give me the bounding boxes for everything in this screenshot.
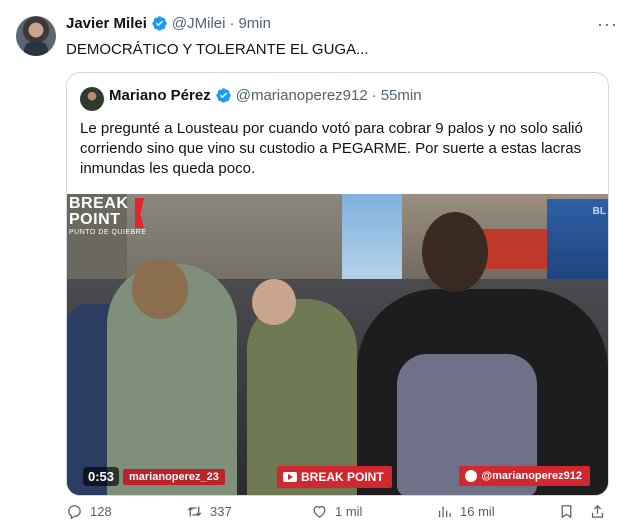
quoted-tweet-header: Mariano Pérez @marianoperez912 · 55min	[109, 87, 422, 104]
video-scene-head	[132, 259, 188, 319]
author-handle[interactable]: @JMilei	[172, 15, 226, 32]
retweet-count: 337	[210, 503, 232, 519]
quoted-tweet-text: Le pregunté a Lousteau por cuando votó p…	[80, 120, 583, 177]
video-player[interactable]: BREAK POINT PUNTO DE QUIEBRE BL 0:53 mar…	[67, 194, 608, 495]
quoted-author-avatar[interactable]	[80, 87, 104, 111]
more-options-icon[interactable]: ···	[597, 14, 618, 35]
youtube-icon	[283, 472, 297, 482]
break-point-logo: BREAK POINT PUNTO DE QUIEBRE	[69, 196, 147, 238]
quoted-timestamp[interactable]: 55min	[381, 87, 422, 104]
like-count: 1 mil	[335, 503, 363, 519]
views-button[interactable]: 16 mil	[436, 503, 495, 520]
video-scene-sky	[342, 194, 402, 284]
reply-button[interactable]: 128	[66, 503, 112, 520]
reply-count: 128	[90, 503, 112, 519]
heart-icon	[313, 505, 326, 518]
quoted-author-name[interactable]: Mariano Pérez	[109, 87, 211, 104]
video-scene-head	[252, 279, 296, 325]
bookmark-button[interactable]	[558, 503, 575, 520]
like-button[interactable]: 1 mil	[311, 503, 362, 520]
video-watermark: BL	[592, 206, 606, 217]
share-button[interactable]	[589, 503, 606, 520]
verified-badge-icon	[152, 16, 167, 31]
video-scene-sign	[477, 229, 557, 269]
bookmark-icon	[561, 504, 572, 518]
author-avatar[interactable]	[16, 16, 56, 56]
verified-badge-icon	[216, 88, 231, 103]
tweet-timestamp[interactable]: 9min	[238, 15, 271, 32]
credit-center: BREAK POINT	[277, 466, 392, 488]
credit-right-label: @marianoperez912	[481, 470, 582, 482]
reply-icon	[68, 504, 81, 520]
tweet-text: DEMOCRÁTICO Y TOLERANTE EL GUGA...	[66, 41, 369, 58]
logo-line-2: POINT	[69, 211, 121, 228]
retweet-icon	[187, 506, 202, 516]
twitter-icon	[465, 470, 478, 482]
logo-line-1: BREAK	[69, 195, 129, 212]
author-name[interactable]: Javier Milei	[66, 15, 147, 32]
video-scene-head	[422, 212, 488, 292]
share-icon	[591, 504, 604, 518]
credit-center-label: BREAK POINT	[301, 470, 384, 484]
tweet-header: Javier Milei @JMilei · 9min	[66, 15, 271, 32]
credit-right: @marianoperez912	[459, 466, 590, 486]
views-count: 16 mil	[460, 503, 495, 519]
video-duration: 0:53	[83, 467, 120, 486]
credit-left: marianoperez_23	[123, 469, 225, 485]
analytics-icon	[438, 506, 451, 517]
tweet[interactable]: Javier Milei @JMilei · 9min ··· DEMOCRÁT…	[0, 0, 640, 531]
separator-dot: ·	[371, 87, 377, 104]
retweet-button[interactable]: 337	[186, 503, 232, 520]
quoted-author-handle[interactable]: @marianoperez912	[236, 87, 368, 104]
separator-dot: ·	[229, 15, 235, 32]
quoted-tweet[interactable]: Mariano Pérez @marianoperez912 · 55min L…	[66, 72, 609, 496]
logo-subtitle: PUNTO DE QUIEBRE	[69, 229, 147, 236]
video-overlay-bar: 0:53 marianoperez_23 BREAK POINT @marian…	[67, 460, 608, 495]
